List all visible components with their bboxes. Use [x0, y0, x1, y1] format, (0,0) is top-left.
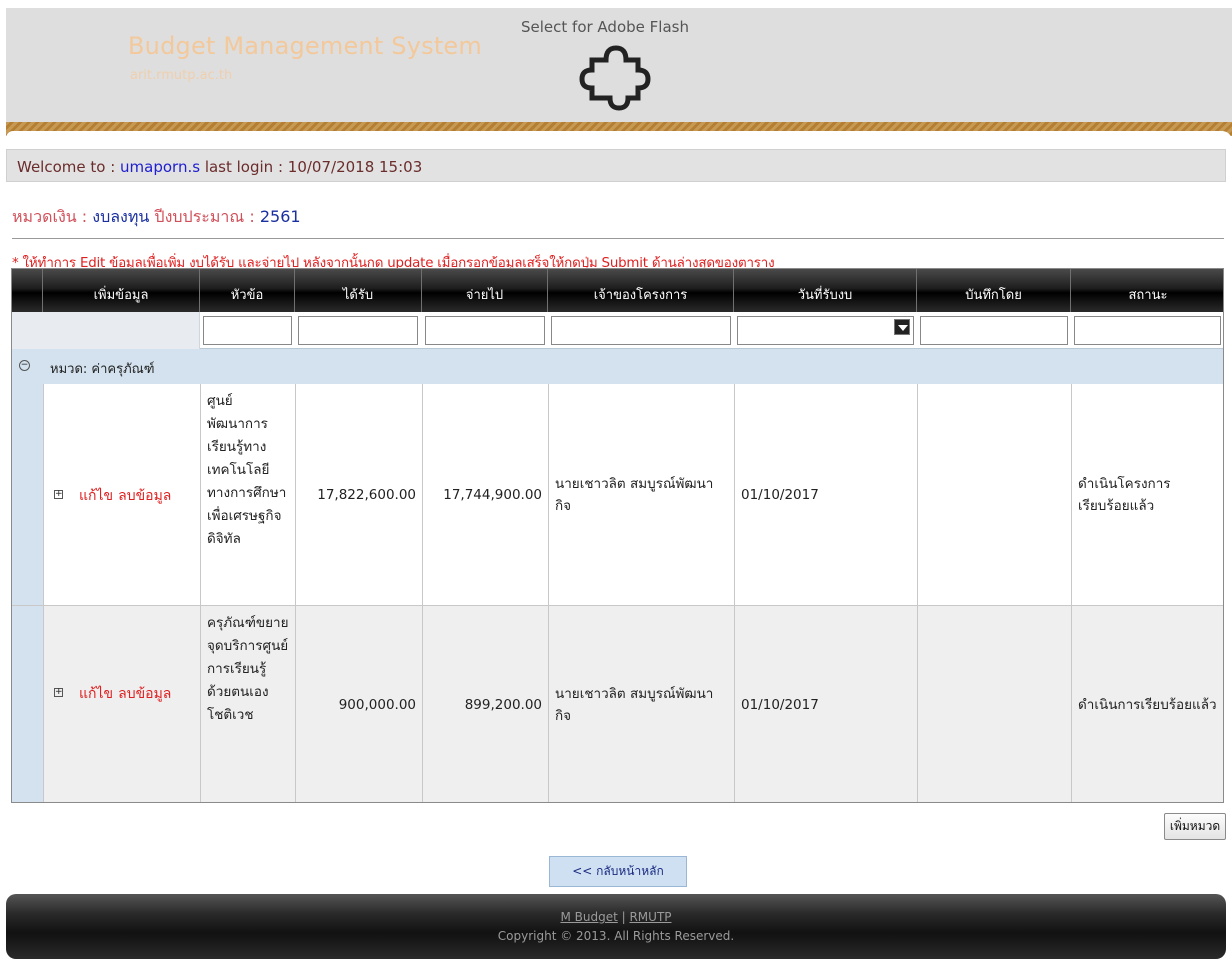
filter-owner-input[interactable]: [551, 316, 731, 345]
col-date[interactable]: วันที่รับงบ: [734, 269, 917, 312]
row-status: ดำเนินการเรียบร้อยแล้ว: [1071, 606, 1223, 802]
row-gutter: [12, 384, 43, 605]
category-label: หมวดเงิน :: [12, 207, 93, 226]
site-header: Budget Management System arit.rmutp.ac.t…: [6, 8, 1232, 122]
col-owner[interactable]: เจ้าของโครงการ: [548, 269, 734, 312]
row-actions-cell: + แก้ไข ลบข้อมูล: [43, 606, 200, 802]
footer-link-rmutp[interactable]: RMUTP: [629, 910, 671, 924]
col-topic[interactable]: หัวข้อ: [200, 269, 295, 312]
brand-title: Budget Management System: [128, 32, 482, 60]
collapse-group-icon[interactable]: −: [19, 360, 30, 371]
col-add-data[interactable]: เพิ่มข้อมูล: [43, 269, 200, 312]
edit-link[interactable]: แก้ไข: [79, 686, 113, 702]
col-spent[interactable]: จ่ายไป: [422, 269, 548, 312]
expand-row-icon[interactable]: +: [54, 688, 63, 697]
row-owner: นายเชาวลิต สมบูรณ์พัฒนากิจ: [548, 606, 734, 802]
section-divider: [12, 238, 1224, 239]
filter-received-input[interactable]: [298, 316, 418, 345]
plugin-puzzle-icon[interactable]: [576, 36, 666, 116]
last-login-label: last login :: [200, 158, 288, 176]
row-gutter: [12, 606, 43, 802]
row-spent: 17,744,900.00: [422, 384, 548, 605]
delete-link[interactable]: ลบข้อมูล: [118, 686, 171, 702]
row-recorded-by: [917, 606, 1071, 802]
filter-spent-input[interactable]: [425, 316, 545, 345]
row-topic: ศูนย์พัฒนาการเรียนรู้ทางเทคโนโลยีทางการศ…: [200, 384, 295, 605]
last-login-value: 10/07/2018 15:03: [287, 158, 423, 176]
delete-link[interactable]: ลบข้อมูล: [118, 488, 171, 504]
page-title: หมวดเงิน : งบลงทุน ปีงบประมาณ : 2561: [12, 205, 301, 230]
row-spent: 899,200.00: [422, 606, 548, 802]
footer-separator: |: [617, 910, 630, 924]
row-actions-cell: + แก้ไข ลบข้อมูล: [43, 384, 200, 605]
group-label: หมวด: ค่าครุภัณฑ์: [50, 362, 155, 377]
footer-links: M Budget | RMUTP: [6, 910, 1226, 924]
flash-prompt[interactable]: Select for Adobe Flash: [521, 18, 689, 36]
budget-grid: เพิ่มข้อมูล หัวข้อ ได้รับ จ่ายไป เจ้าของ…: [11, 268, 1224, 803]
col-status[interactable]: สถานะ: [1071, 269, 1223, 312]
fiscal-year-label: ปีงบประมาณ :: [149, 207, 260, 226]
row-actions: แก้ไข ลบข้อมูล: [79, 683, 176, 705]
col-gutter: [12, 269, 43, 312]
filter-topic-input[interactable]: [203, 316, 292, 345]
welcome-prefix: Welcome to :: [17, 158, 121, 176]
footer-link-mbudget[interactable]: M Budget: [560, 910, 617, 924]
col-recorded-by[interactable]: บันทึกโดย: [917, 269, 1071, 312]
row-date: 01/10/2017: [734, 384, 917, 605]
row-received: 900,000.00: [295, 606, 422, 802]
col-received[interactable]: ได้รับ: [295, 269, 422, 312]
expand-row-icon[interactable]: +: [54, 490, 63, 499]
category-value: งบลงทุน: [92, 207, 150, 226]
row-topic: ครุภัณฑ์ขยายจุดบริการศูนย์การเรียนรู้ด้ว…: [200, 606, 295, 802]
welcome-bar: Welcome to : umaporn.s last login : 10/0…: [6, 149, 1226, 182]
grid-header: เพิ่มข้อมูล หัวข้อ ได้รับ จ่ายไป เจ้าของ…: [12, 269, 1223, 312]
table-row: + แก้ไข ลบข้อมูล ศูนย์พัฒนาการเรียนรู้ทาง…: [12, 384, 1223, 605]
row-date: 01/10/2017: [734, 606, 917, 802]
group-row: − หมวด: ค่าครุภัณฑ์: [12, 349, 1223, 384]
back-home-button[interactable]: << กลับหน้าหลัก: [549, 856, 687, 887]
row-actions: แก้ไข ลบข้อมูล: [79, 485, 176, 507]
row-recorded-by: [917, 384, 1071, 605]
filter-recorded-by-input[interactable]: [920, 316, 1068, 345]
table-row: + แก้ไข ลบข้อมูล ครุภัณฑ์ขยายจุดบริการศูน…: [12, 605, 1223, 802]
filter-row-lead: [12, 312, 200, 349]
filter-status-input[interactable]: [1074, 316, 1221, 345]
edit-link[interactable]: แก้ไข: [79, 488, 113, 504]
footer-copyright: Copyright © 2013. All Rights Reserved.: [497, 929, 735, 943]
header-divider: [6, 131, 1232, 141]
row-received: 17,822,600.00: [295, 384, 422, 605]
brand-subtitle: arit.rmutp.ac.th: [130, 68, 233, 83]
filter-date-input[interactable]: [737, 316, 914, 345]
row-status: ดำเนินโครงการเรียบร้อยแล้ว: [1071, 384, 1223, 605]
row-owner: นายเชาวลิต สมบูรณ์พัฒนากิจ: [548, 384, 734, 605]
username-link[interactable]: umaporn.s: [120, 158, 200, 176]
add-category-button[interactable]: เพิ่มหมวด: [1164, 813, 1226, 840]
filter-date-dropdown-icon[interactable]: [894, 319, 910, 335]
site-footer: M Budget | RMUTP Copyright © 2013. All R…: [6, 894, 1226, 959]
filter-row: [12, 312, 1223, 349]
fiscal-year-value: 2561: [259, 207, 301, 226]
